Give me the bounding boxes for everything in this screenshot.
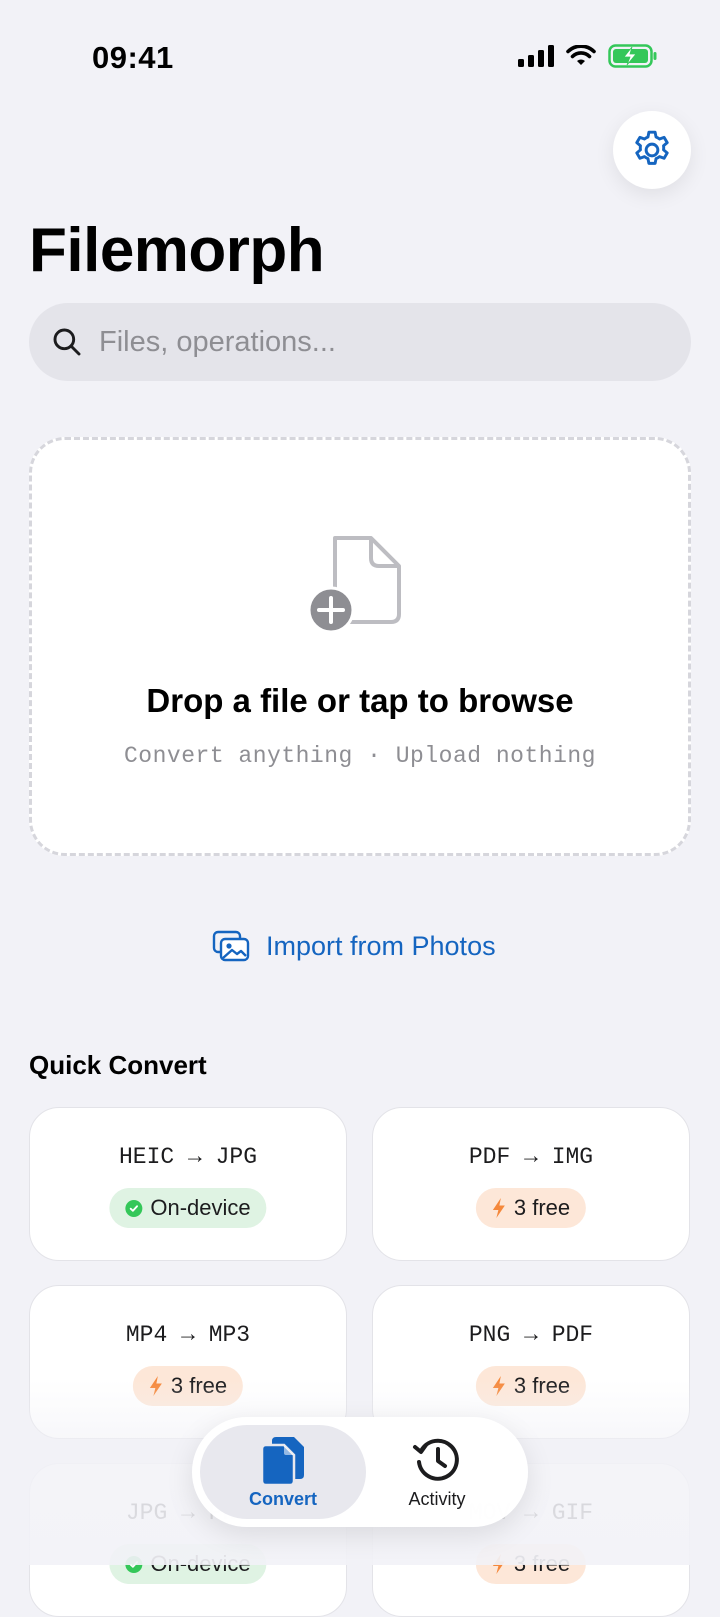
badge-label: On-device	[150, 1551, 251, 1576]
wifi-icon	[566, 45, 596, 65]
on-device-badge: On-device	[109, 1544, 267, 1584]
free-uses-badge: 3 free	[475, 1188, 587, 1228]
badge-label: 3 free	[170, 1373, 228, 1398]
status-time: 09:41	[92, 40, 174, 75]
drop-title: Drop a file or tap to browse	[146, 682, 574, 719]
quick-convert-card-pdf-img[interactable]: PDF → IMG 3 free	[372, 1107, 690, 1261]
conversion-label: PDF → IMG	[468, 1144, 594, 1170]
search-bar[interactable]	[29, 303, 691, 381]
settings-button[interactable]	[613, 111, 691, 189]
import-from-photos-button[interactable]: Import from Photos	[212, 930, 496, 962]
status-icons	[518, 44, 658, 68]
photos-icon	[212, 930, 250, 962]
tab-convert-label: Convert	[248, 1489, 317, 1509]
on-device-badge: On-device	[109, 1188, 267, 1228]
free-uses-badge: 3 free	[475, 1544, 587, 1584]
import-from-photos-label: Import from Photos	[266, 930, 496, 961]
add-file-icon	[307, 536, 401, 634]
search-icon	[53, 328, 81, 356]
badge-label: 3 free	[513, 1551, 571, 1576]
badge-label: 3 free	[513, 1195, 571, 1220]
bolt-icon	[492, 1554, 505, 1574]
app-title: Filemorph	[29, 216, 325, 285]
quick-convert-card-heic-jpg[interactable]: HEIC → JPG On-device	[29, 1107, 347, 1261]
tab-convert[interactable]: Convert	[200, 1425, 366, 1519]
bolt-icon	[492, 1198, 505, 1218]
search-input[interactable]	[99, 325, 659, 359]
documents-icon	[260, 1437, 304, 1487]
bolt-icon	[149, 1376, 162, 1396]
tab-activity-label: Activity	[408, 1489, 466, 1509]
quick-convert-card-mp4-mp3[interactable]: MP4 → MP3 3 free	[29, 1285, 347, 1439]
file-drop-zone[interactable]: Drop a file or tap to browse Convert any…	[29, 437, 691, 856]
history-icon	[413, 1438, 459, 1481]
tab-bar: Convert Activity	[192, 1417, 528, 1527]
cellular-signal-icon	[518, 45, 554, 67]
quick-convert-title: Quick Convert	[29, 1050, 207, 1080]
conversion-label: HEIC → JPG	[118, 1144, 258, 1170]
tab-activity[interactable]: Activity	[354, 1425, 520, 1519]
gear-icon	[635, 130, 669, 165]
quick-convert-card-png-pdf[interactable]: PNG → PDF 3 free	[372, 1285, 690, 1439]
status-bar: 09:41	[0, 0, 720, 110]
free-uses-badge: 3 free	[132, 1366, 244, 1406]
conversion-label: MP4 → MP3	[125, 1322, 251, 1348]
badge-label: On-device	[150, 1195, 251, 1220]
drop-subtitle: Convert anything · Upload nothing	[124, 743, 596, 769]
conversion-label: PNG → PDF	[468, 1322, 594, 1348]
battery-charging-icon	[608, 44, 657, 68]
badge-label: 3 free	[513, 1373, 571, 1398]
check-circle-icon	[125, 1199, 143, 1217]
bolt-icon	[492, 1376, 505, 1396]
check-circle-icon	[125, 1555, 143, 1573]
free-uses-badge: 3 free	[475, 1366, 587, 1406]
